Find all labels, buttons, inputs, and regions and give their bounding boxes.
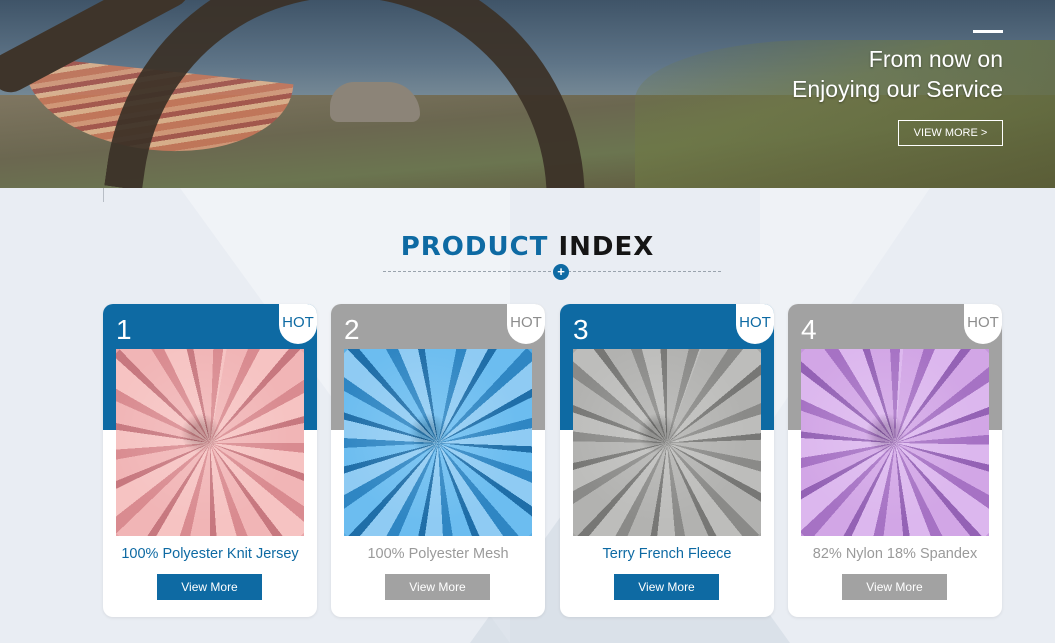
product-number: 4 xyxy=(801,314,817,345)
fabric-shading xyxy=(116,349,304,536)
product-image[interactable] xyxy=(573,349,761,536)
section-title-part1: PRODUCT xyxy=(400,232,549,262)
divider xyxy=(103,188,104,202)
view-more-button[interactable]: View More xyxy=(614,574,719,600)
fabric-shading xyxy=(344,349,532,536)
product-number: 3 xyxy=(573,314,589,345)
hero-title-line1: From now on xyxy=(868,46,1003,72)
title-divider xyxy=(383,271,721,272)
hero-banner: From now on Enjoying our Service VIEW MO… xyxy=(0,0,1055,188)
fabric-shading xyxy=(801,349,989,536)
product-name[interactable]: 82% Nylon 18% Spandex xyxy=(788,546,1002,562)
product-card-4[interactable]: 4 HOT 82% Nylon 18% Spandex View More xyxy=(788,304,1002,617)
product-card-1[interactable]: 1 HOT 100% Polyester Knit Jersey View Mo… xyxy=(103,304,317,617)
view-more-button[interactable]: View More xyxy=(157,574,262,600)
product-number: 1 xyxy=(116,314,132,345)
hero-title-line2: Enjoying our Service xyxy=(792,76,1003,102)
product-image[interactable] xyxy=(116,349,304,536)
hero-view-more-button[interactable]: VIEW MORE > xyxy=(898,120,1003,146)
product-name[interactable]: Terry French Fleece xyxy=(560,546,774,562)
section-title: PRODUCT INDEX xyxy=(0,232,1055,262)
section-title-part2: INDEX xyxy=(558,232,655,262)
hot-badge: HOT xyxy=(507,304,545,344)
view-more-button[interactable]: View More xyxy=(842,574,947,600)
product-name[interactable]: 100% Polyester Mesh xyxy=(331,546,545,562)
view-more-button[interactable]: View More xyxy=(385,574,490,600)
hot-badge: HOT xyxy=(964,304,1002,344)
product-card-2[interactable]: 2 HOT 100% Polyester Mesh View More xyxy=(331,304,545,617)
product-image[interactable] xyxy=(344,349,532,536)
fabric-shading xyxy=(573,349,761,536)
plus-icon: + xyxy=(553,264,569,280)
product-number: 2 xyxy=(344,314,360,345)
product-image[interactable] xyxy=(801,349,989,536)
hot-badge: HOT xyxy=(279,304,317,344)
product-card-3[interactable]: 3 HOT Terry French Fleece View More xyxy=(560,304,774,617)
product-name[interactable]: 100% Polyester Knit Jersey xyxy=(103,546,317,562)
hot-badge: HOT xyxy=(736,304,774,344)
hero-accent-line xyxy=(973,30,1003,33)
